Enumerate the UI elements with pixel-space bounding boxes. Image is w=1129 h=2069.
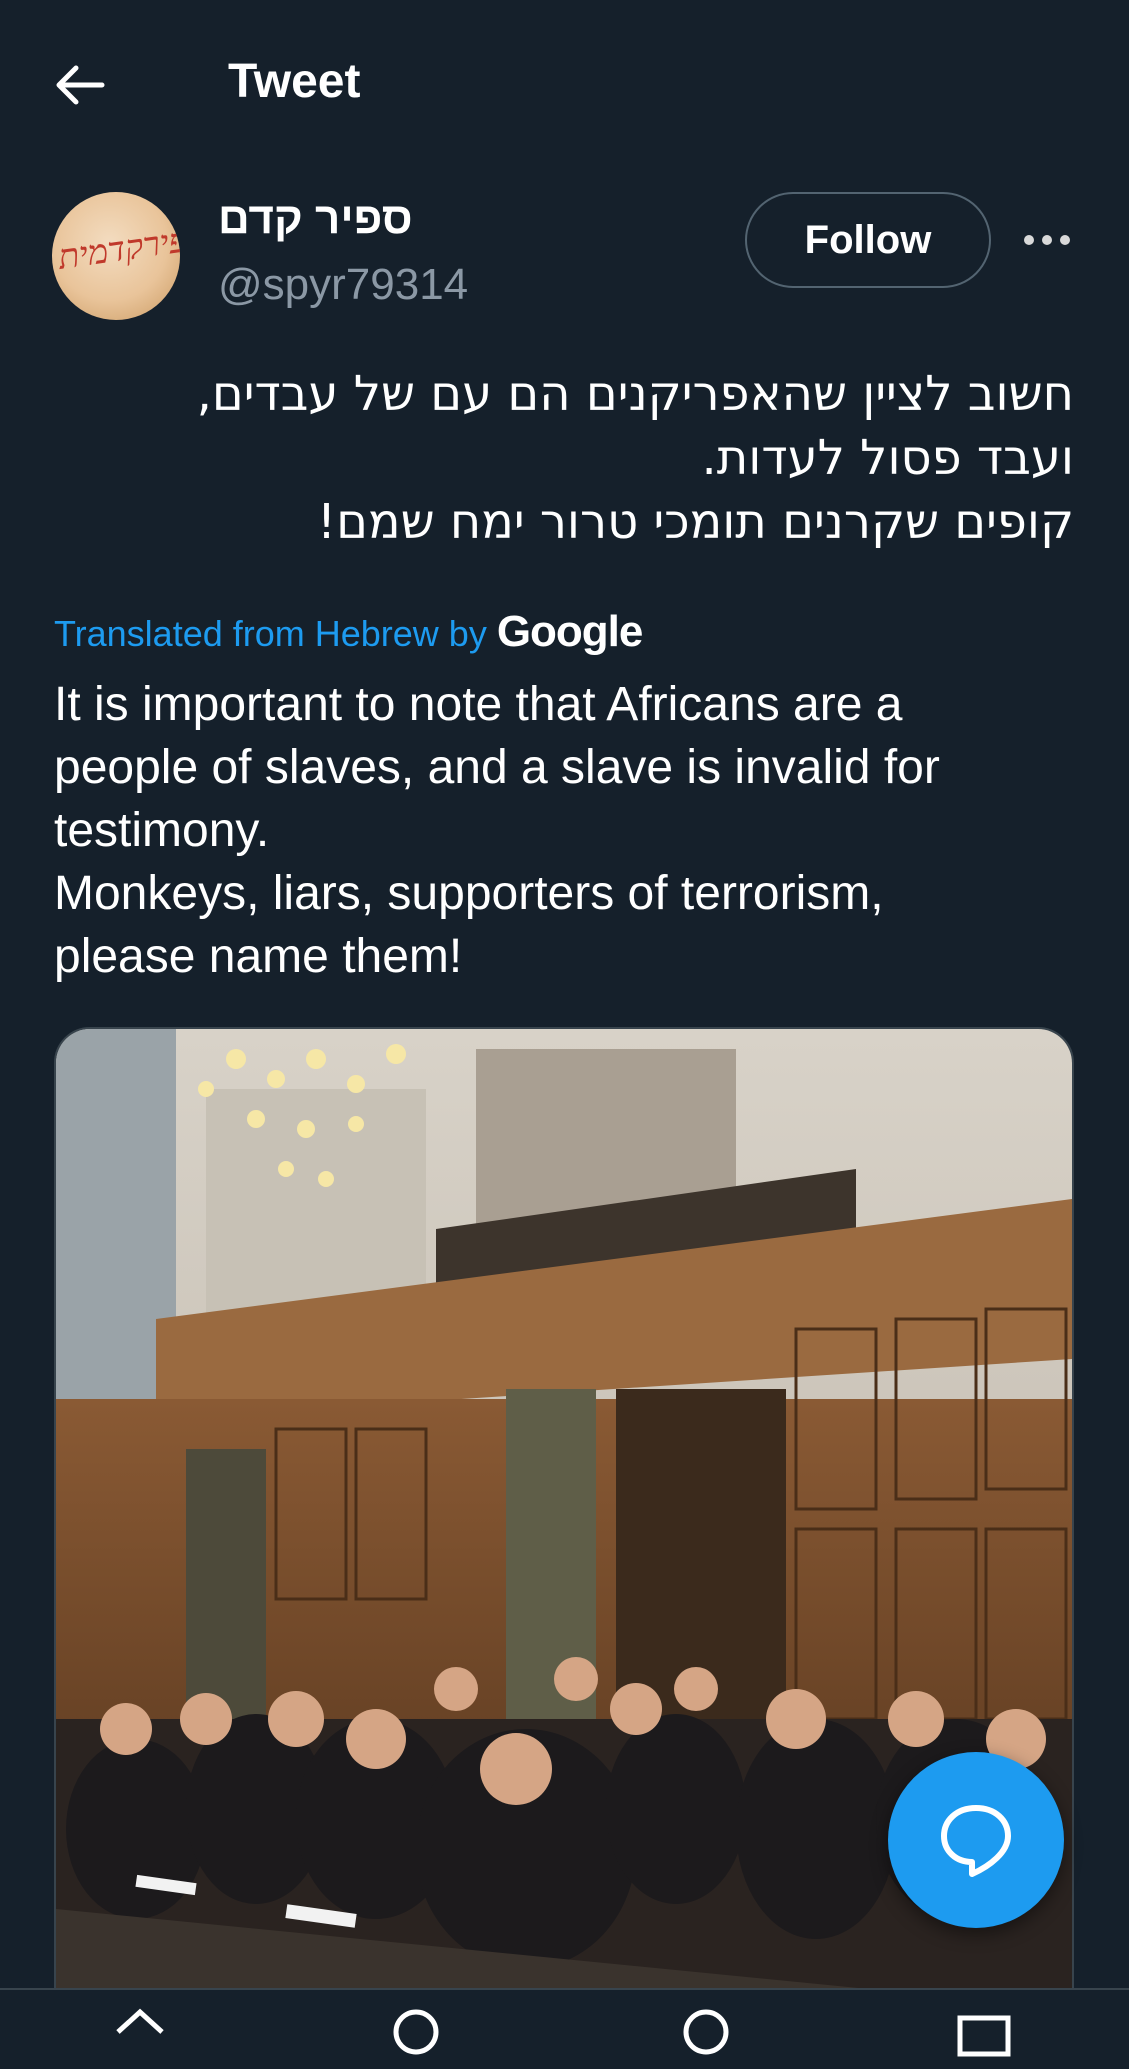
hebrew-line: קופים שקרנים תומכי טרור ימח שמם! xyxy=(316,494,1074,550)
spaces-icon[interactable] xyxy=(676,2004,736,2064)
page-title: Tweet xyxy=(228,55,361,108)
search-icon[interactable] xyxy=(388,2004,448,2064)
translation-line: Monkeys, liars, supporters of terrorism, xyxy=(54,867,884,920)
translation-line: It is important to note that Africans ar… xyxy=(54,678,903,731)
reply-fab-button[interactable] xyxy=(888,1752,1064,1928)
tweet-text-hebrew: חשוב לציין שהאפריקנים הם עם של עבדים, וע… xyxy=(54,362,1074,554)
translation-attribution: Translated from Hebrew by Google xyxy=(54,602,644,662)
translated-from-link[interactable]: Translated from Hebrew by xyxy=(54,613,487,654)
translation-line: people of slaves, and a slave is invalid… xyxy=(54,741,940,794)
messages-icon[interactable] xyxy=(954,2004,1014,2064)
google-logo: Google xyxy=(496,607,644,656)
back-arrow-icon[interactable] xyxy=(50,55,110,115)
hebrew-line: ועבד פסול לעדות. xyxy=(701,430,1075,486)
home-icon[interactable] xyxy=(110,2004,170,2064)
tweet-text-translation: It is important to note that Africans ar… xyxy=(54,673,1084,988)
avatar[interactable]: ספירקדמית xyxy=(52,192,180,320)
bottom-navigation xyxy=(0,1988,1129,2057)
reply-bubble-icon xyxy=(941,1805,1011,1877)
translation-line: please name them! xyxy=(54,930,463,983)
display-name[interactable]: ספיר קדם xyxy=(218,192,413,246)
translation-line: testimony. xyxy=(54,804,270,857)
hebrew-line: חשוב לציין שהאפריקנים הם עם של עבדים, xyxy=(196,366,1074,422)
more-dots-icon[interactable] xyxy=(1020,222,1074,258)
user-handle[interactable]: @spyr79314 xyxy=(218,258,468,312)
avatar-signature: ספירקדמית xyxy=(55,217,180,278)
top-bar: Tweet xyxy=(0,0,1129,165)
follow-button[interactable]: Follow xyxy=(745,192,991,288)
